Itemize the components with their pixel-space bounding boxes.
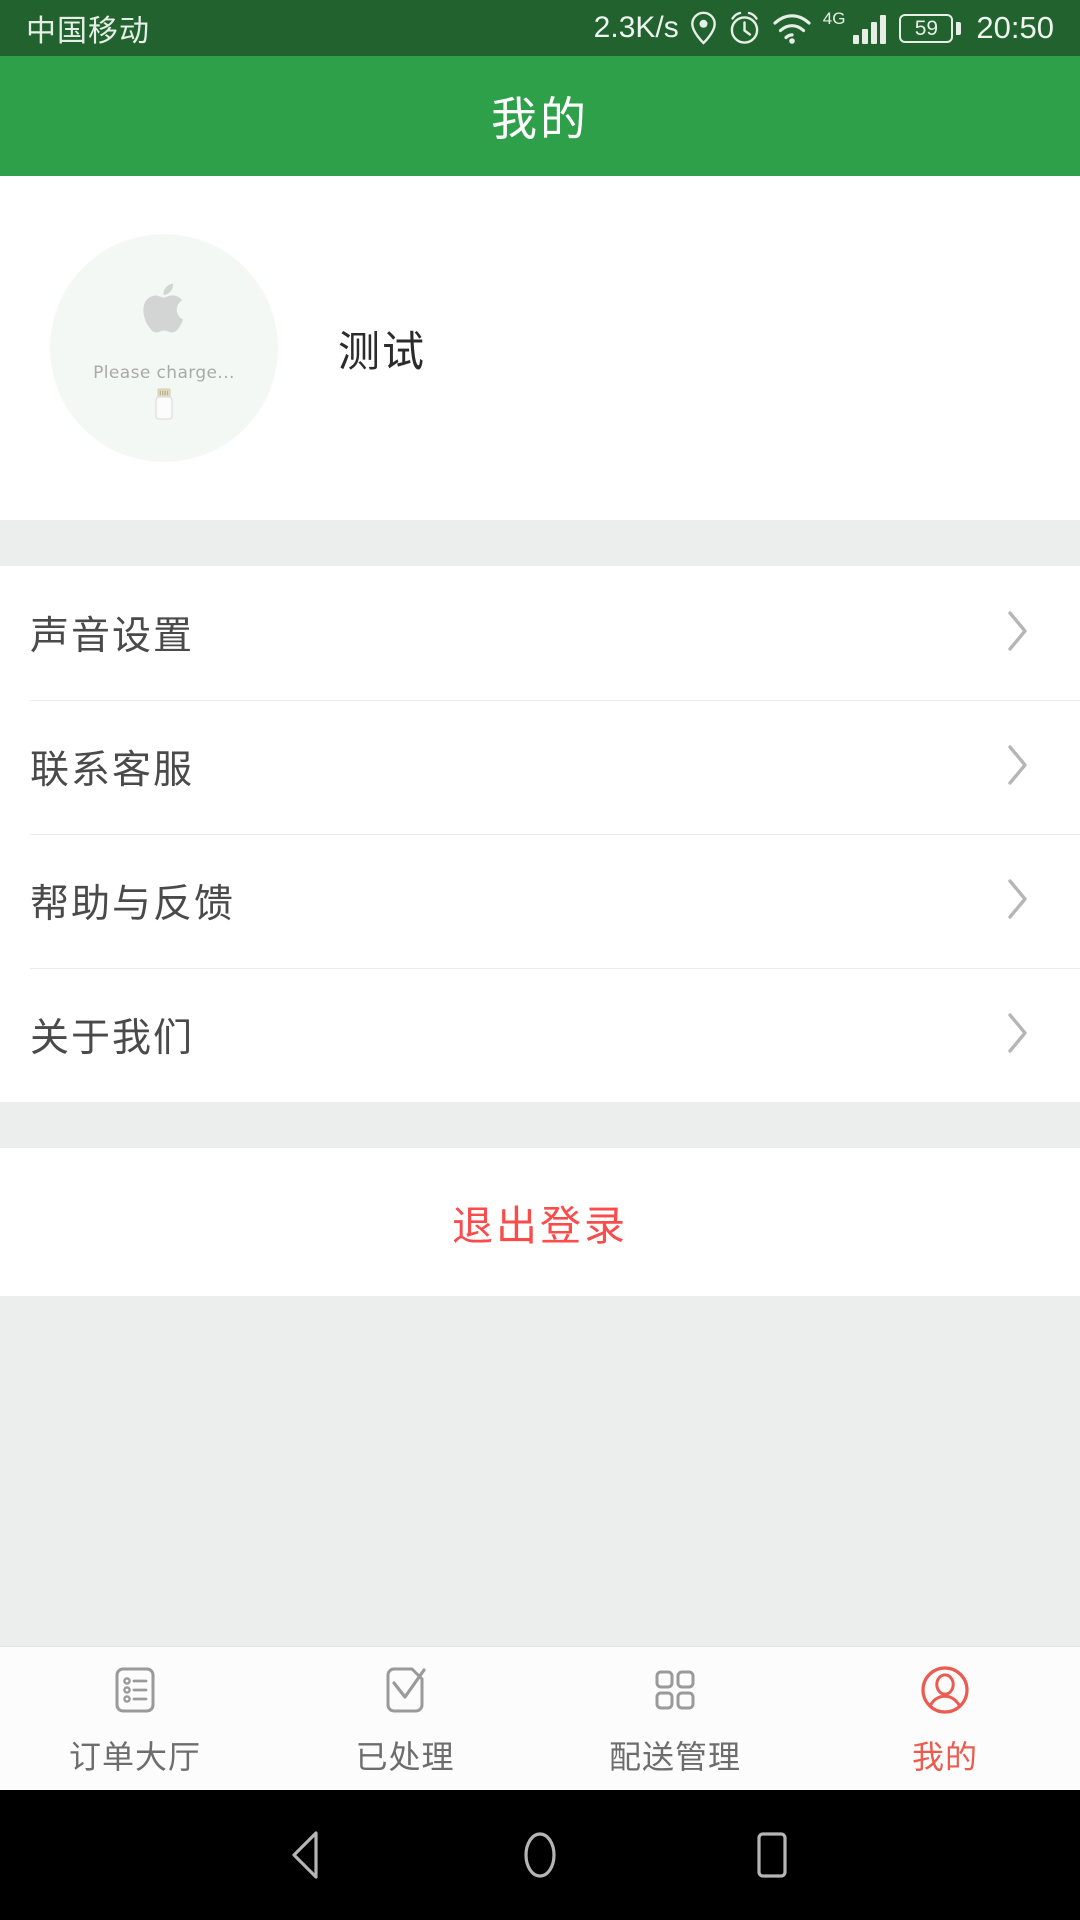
chevron-right-icon	[1006, 609, 1030, 658]
clock-label: 20:50	[976, 10, 1054, 45]
tab-delivery-management[interactable]: 配送管理	[540, 1647, 810, 1790]
menu-item-label: 帮助与反馈	[30, 883, 236, 926]
settings-menu: 声音设置 联系客服 帮助与反馈 关于我们	[0, 566, 1080, 1102]
bottom-tab-bar: 订单大厅 已处理 配送管理 我的	[0, 1646, 1080, 1790]
tab-label: 订单大厅	[68, 1739, 201, 1775]
order-list-icon	[106, 1659, 164, 1721]
menu-item-about-us[interactable]: 关于我们	[0, 968, 1080, 1102]
chevron-right-icon	[1006, 877, 1030, 926]
menu-item-label: 关于我们	[30, 1017, 195, 1060]
avatar-charge-caption: Please charge...	[93, 363, 235, 383]
battery-level-label: 59	[899, 13, 954, 43]
back-button[interactable]	[282, 1827, 334, 1883]
app-screen: 中国移动 2.3K/s 4G 59 20:50 我的 Please charge…	[0, 0, 1080, 1920]
status-icons-group: 2.3K/s 4G 59 20:50	[593, 9, 1054, 46]
section-divider-top	[0, 520, 1080, 566]
avatar[interactable]: Please charge...	[50, 234, 278, 462]
app-header: 我的	[0, 56, 1080, 176]
chevron-right-icon	[1006, 743, 1030, 792]
logout-button[interactable]: 退出登录	[452, 1192, 628, 1252]
battery-cap	[956, 21, 962, 35]
lightning-connector-icon	[151, 387, 177, 426]
recents-button[interactable]	[746, 1827, 798, 1883]
menu-item-sound-settings[interactable]: 声音设置	[0, 566, 1080, 700]
status-bar: 中国移动 2.3K/s 4G 59 20:50	[0, 0, 1080, 56]
tab-label: 配送管理	[608, 1739, 741, 1775]
tab-mine[interactable]: 我的	[810, 1647, 1080, 1790]
location-icon	[690, 11, 717, 45]
network-4g-icon: 4G	[822, 9, 846, 28]
menu-item-help-feedback[interactable]: 帮助与反馈	[0, 834, 1080, 968]
page-title: 我的	[491, 93, 589, 145]
carrier-label: 中国移动	[26, 15, 150, 48]
alarm-icon	[728, 11, 761, 45]
signal-bars-icon	[852, 11, 888, 45]
network-speed-label: 2.3K/s	[593, 11, 679, 44]
menu-item-contact-support[interactable]: 联系客服	[0, 700, 1080, 834]
menu-item-label: 联系客服	[30, 749, 195, 792]
battery-icon: 59	[899, 13, 962, 43]
profile-section[interactable]: Please charge... 测试	[0, 176, 1080, 520]
tab-label: 已处理	[355, 1739, 455, 1775]
chevron-right-icon	[1006, 1011, 1030, 1060]
grid-squares-icon	[646, 1659, 704, 1721]
empty-area	[0, 1296, 1080, 1646]
username-label: 测试	[338, 327, 427, 375]
checked-document-icon	[376, 1659, 434, 1721]
user-circle-icon	[916, 1659, 974, 1721]
wifi-icon	[772, 11, 812, 45]
logout-section: 退出登录	[0, 1148, 1080, 1296]
tab-label: 我的	[911, 1739, 978, 1775]
menu-item-label: 声音设置	[30, 615, 195, 658]
android-navigation-bar	[0, 1790, 1080, 1920]
apple-logo-icon	[140, 280, 188, 341]
home-button[interactable]	[514, 1827, 566, 1883]
tab-order-hall[interactable]: 订单大厅	[0, 1647, 270, 1790]
section-divider-bottom	[0, 1102, 1080, 1148]
tab-processed[interactable]: 已处理	[270, 1647, 540, 1790]
